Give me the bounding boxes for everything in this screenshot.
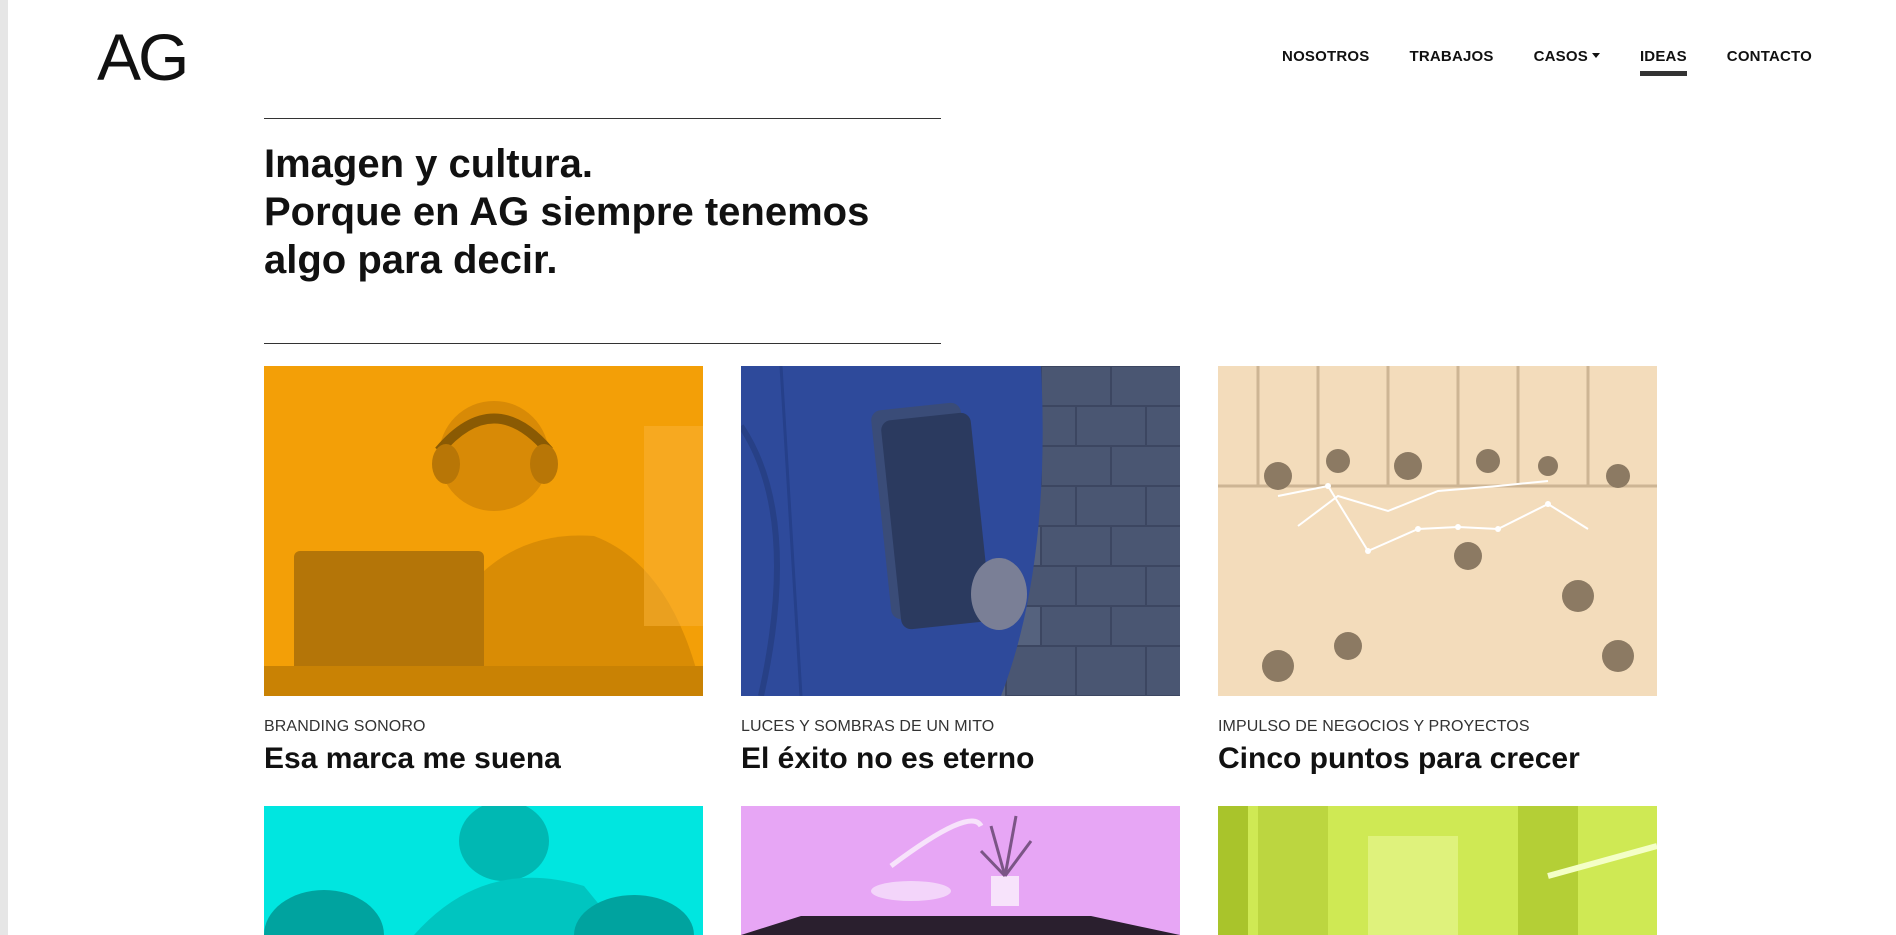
page: AG NOSOTROS TRABAJOS CASOS IDEAS CONTACT… <box>0 0 1896 935</box>
nav-item-contacto[interactable]: CONTACTO <box>1727 48 1812 65</box>
article-category: LUCES Y SOMBRAS DE UN MITO <box>741 718 995 735</box>
page-title: Imagen y cultura. Porque en AG siempre t… <box>264 140 964 284</box>
article-thumbnail[interactable] <box>741 366 1180 696</box>
article-title[interactable]: Esa marca me suena <box>264 742 703 776</box>
article-thumbnail[interactable] <box>1218 806 1657 935</box>
article-title[interactable]: Cinco puntos para crecer <box>1218 742 1657 776</box>
article-title[interactable]: El éxito no es eterno <box>741 742 1180 776</box>
article-card[interactable]: IMPULSO DE NEGOCIOS Y PROYECTOS Cinco pu… <box>1218 366 1657 776</box>
article-card[interactable]: LUCES Y SOMBRAS DE UN MITO El éxito no e… <box>741 366 1180 776</box>
office-aerial-graph-image <box>1218 366 1657 696</box>
abstract-architecture-image <box>1218 806 1657 935</box>
nav-item-trabajos[interactable]: TRABAJOS <box>1409 48 1493 65</box>
woman-headphones-image <box>264 366 703 696</box>
article-card[interactable]: BRANDING SONORO Esa marca me suena <box>264 366 703 776</box>
nav-item-casos[interactable]: CASOS <box>1534 48 1600 65</box>
article-category: BRANDING SONORO <box>264 718 426 735</box>
article-thumbnail[interactable] <box>264 366 703 696</box>
article-thumbnail[interactable] <box>264 806 703 935</box>
article-category: IMPULSO DE NEGOCIOS Y PROYECTOS <box>1218 718 1530 735</box>
chevron-down-icon <box>1591 52 1600 58</box>
hero-top-divider <box>264 118 941 119</box>
nav-item-nosotros[interactable]: NOSOTROS <box>1282 48 1369 65</box>
nav-item-ideas[interactable]: IDEAS <box>1639 48 1687 76</box>
page-title-line: Imagen y cultura. <box>264 142 593 186</box>
main-nav: NOSOTROS TRABAJOS CASOS IDEAS CONTACTO <box>1282 48 1812 76</box>
ag-logo[interactable]: AG <box>97 24 189 90</box>
scrollbar-gutter <box>0 0 8 935</box>
article-thumbnail[interactable] <box>741 806 1180 935</box>
page-title-line: Porque en AG siempre tenemos <box>264 190 870 234</box>
desk-plant-lamp-image <box>741 806 1180 935</box>
man-suit-laptop-image <box>741 366 1180 696</box>
page-title-line: algo para decir. <box>264 238 558 282</box>
hero-bottom-divider <box>264 343 941 344</box>
people-meeting-image <box>264 806 703 935</box>
nav-item-casos-label: CASOS <box>1533 48 1588 65</box>
article-thumbnail[interactable] <box>1218 366 1657 696</box>
